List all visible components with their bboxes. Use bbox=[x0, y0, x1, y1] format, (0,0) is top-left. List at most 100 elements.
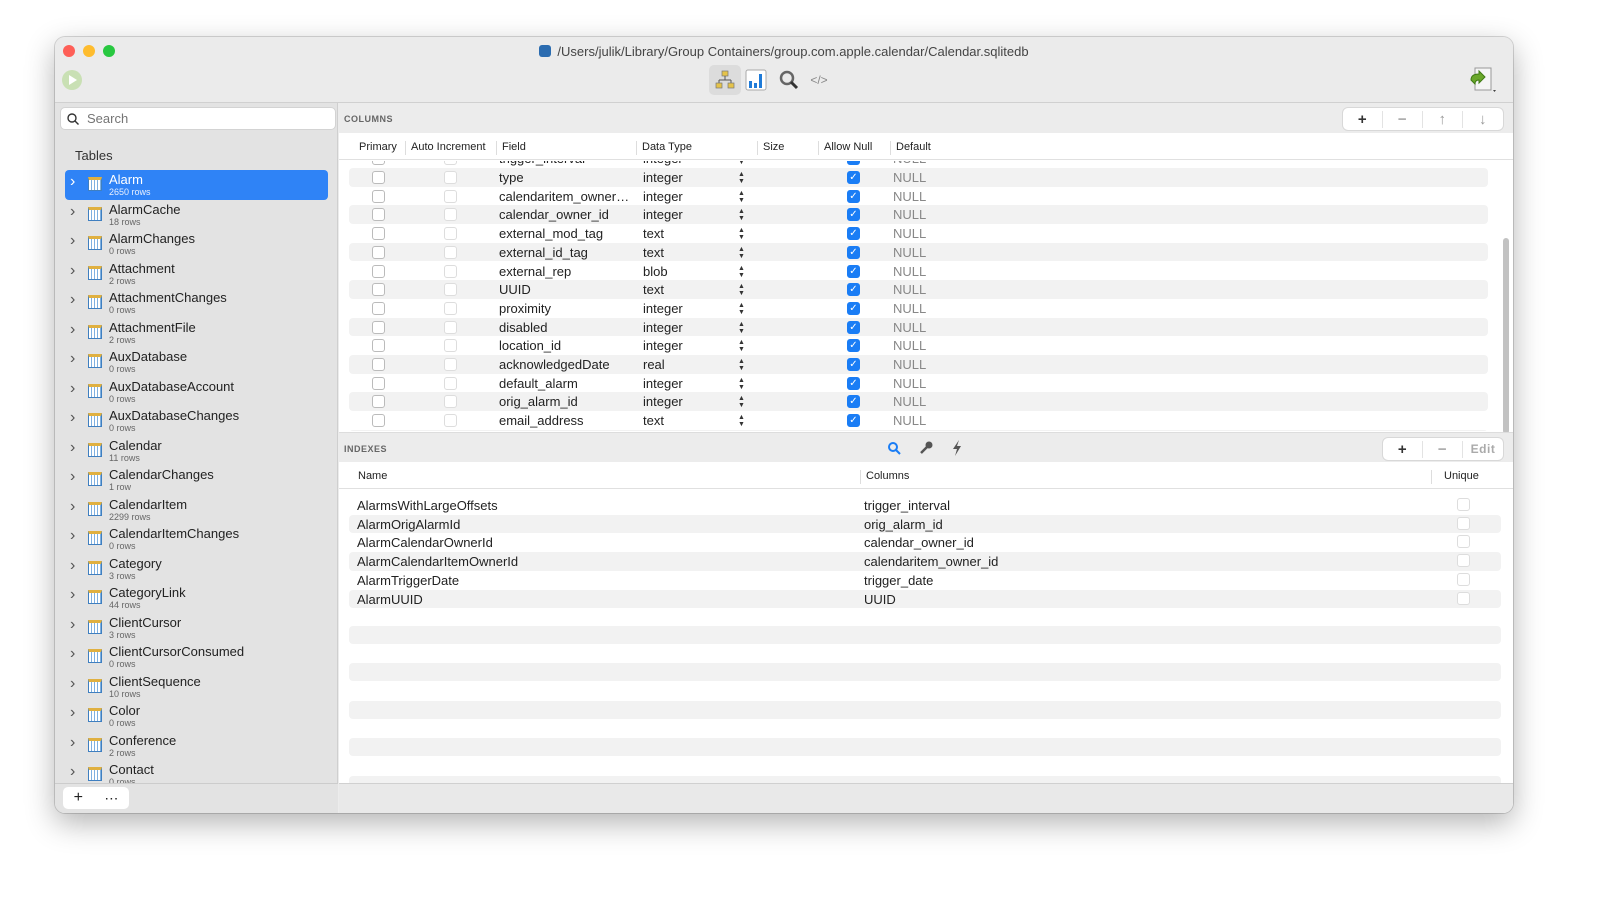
unique-checkbox[interactable] bbox=[1457, 498, 1470, 511]
data-type[interactable]: integer bbox=[643, 394, 683, 409]
column-row[interactable]: calendar_owner_id integer ▲ ▼ ✓ NULL bbox=[349, 205, 1488, 225]
default-value[interactable]: NULL bbox=[893, 320, 926, 335]
bolt-icon[interactable] bbox=[951, 440, 963, 456]
indexes-table[interactable]: AlarmsWithLargeOffsets trigger_interval Al… bbox=[339, 496, 1513, 783]
index-columns[interactable]: trigger_date bbox=[864, 573, 933, 588]
idx-header-unique[interactable]: Unique bbox=[1431, 470, 1479, 484]
chevron-updown-icon[interactable]: ▲▼ bbox=[738, 190, 745, 204]
index-columns[interactable]: trigger_interval bbox=[864, 498, 950, 513]
index-name[interactable]: AlarmOrigAlarmId bbox=[357, 517, 460, 532]
index-columns[interactable]: UUID bbox=[864, 592, 896, 607]
col-header-field[interactable]: Field bbox=[496, 141, 526, 155]
column-row[interactable]: external_rep blob ▲ ▼ ✓ NULL bbox=[349, 262, 1488, 281]
field-name[interactable]: type bbox=[499, 170, 524, 185]
sidebar-item-attachment[interactable]: › Attachment 2 rows bbox=[65, 259, 328, 289]
chevron-right-icon[interactable]: › bbox=[70, 527, 75, 545]
primary-checkbox[interactable] bbox=[372, 245, 385, 259]
data-type[interactable]: integer bbox=[643, 320, 683, 335]
col-header-default[interactable]: Default bbox=[890, 141, 931, 155]
allow-null-checkbox[interactable]: ✓ bbox=[847, 208, 860, 222]
column-row[interactable]: trigger_intervalinteger▲▼✓NULL bbox=[349, 429, 1488, 431]
field-name[interactable]: disabled bbox=[499, 320, 547, 335]
auto-increment-checkbox[interactable] bbox=[444, 189, 457, 203]
unique-checkbox[interactable] bbox=[1457, 572, 1470, 586]
column-row[interactable]: orig_alarm_id integer ▲ ▼ ✓ NULL bbox=[349, 392, 1488, 412]
default-value[interactable]: NULL bbox=[893, 170, 926, 185]
sidebar-item-alarmcache[interactable]: › AlarmCache 18 rows bbox=[65, 200, 328, 230]
chevron-right-icon[interactable]: › bbox=[70, 350, 75, 368]
allow-null-checkbox[interactable]: ✓ bbox=[847, 189, 860, 203]
primary-checkbox[interactable] bbox=[372, 208, 385, 222]
sidebar-item-conference[interactable]: › Conference 2 rows bbox=[65, 731, 328, 761]
chevron-updown-icon[interactable]: ▲▼ bbox=[738, 171, 745, 185]
allow-null-checkbox[interactable]: ✓ bbox=[847, 376, 860, 390]
chevron-right-icon[interactable]: › bbox=[70, 232, 75, 250]
auto-increment-checkbox[interactable] bbox=[444, 358, 457, 371]
data-type[interactable]: blob bbox=[643, 264, 668, 279]
chevron-updown-icon[interactable]: ▲▼ bbox=[738, 339, 745, 353]
allow-null-checkbox[interactable]: ✓ bbox=[847, 171, 860, 184]
chevron-updown-icon[interactable]: ▲▼ bbox=[738, 377, 745, 391]
field-name[interactable]: calendaritem_owner… bbox=[499, 189, 629, 204]
search-field[interactable] bbox=[60, 107, 336, 130]
auto-increment-checkbox[interactable] bbox=[444, 320, 457, 334]
data-type[interactable]: integer bbox=[643, 161, 683, 166]
sidebar-item-calendaritem[interactable]: › CalendarItem 2299 rows bbox=[65, 495, 328, 525]
field-name[interactable]: location_id bbox=[499, 338, 561, 353]
add-column-button[interactable]: + bbox=[1343, 110, 1383, 128]
index-columns[interactable]: orig_alarm_id bbox=[864, 517, 943, 532]
export-button[interactable] bbox=[1467, 65, 1497, 95]
search-icon[interactable] bbox=[887, 441, 901, 455]
idx-header-columns[interactable]: Columns bbox=[860, 470, 909, 484]
chevron-right-icon[interactable]: › bbox=[70, 763, 75, 781]
add-table-button[interactable]: + bbox=[74, 789, 83, 807]
auto-increment-checkbox[interactable] bbox=[444, 283, 457, 297]
default-value[interactable]: NULL bbox=[893, 357, 926, 372]
column-row[interactable]: proximity integer ▲ ▼ ✓ NULL bbox=[349, 299, 1488, 318]
key-icon[interactable] bbox=[919, 441, 933, 455]
sidebar-item-contact[interactable]: › Contact 0 rows bbox=[65, 760, 328, 784]
chevron-right-icon[interactable]: › bbox=[70, 291, 75, 309]
edit-index-button[interactable]: Edit bbox=[1463, 442, 1503, 456]
allow-null-checkbox[interactable]: ✓ bbox=[847, 264, 860, 278]
field-name[interactable]: orig_alarm_id bbox=[499, 394, 578, 409]
sidebar-item-auxdatabaseaccount[interactable]: › AuxDatabaseAccount 0 rows bbox=[65, 377, 328, 407]
chevron-right-icon[interactable]: › bbox=[70, 439, 75, 457]
index-row[interactable]: AlarmOrigAlarmId orig_alarm_id bbox=[349, 514, 1501, 534]
chevron-right-icon[interactable]: › bbox=[70, 203, 75, 221]
default-value[interactable]: NULL bbox=[893, 394, 926, 409]
index-name[interactable]: AlarmCalendarItemOwnerId bbox=[357, 554, 518, 569]
default-value[interactable]: NULL bbox=[893, 207, 926, 222]
sidebar-item-clientcursorconsumed[interactable]: › ClientCursorConsumed 0 rows bbox=[65, 642, 328, 672]
chevron-right-icon[interactable]: › bbox=[70, 262, 75, 280]
default-value[interactable]: NULL bbox=[893, 226, 926, 241]
table-list[interactable]: › Alarm 2650 rows › AlarmCache 18 rows › AlarmC… bbox=[65, 170, 328, 784]
chevron-right-icon[interactable]: › bbox=[70, 380, 75, 398]
column-row[interactable]: location_id integer ▲ ▼ ✓ NULL bbox=[349, 336, 1488, 355]
content-tab[interactable] bbox=[744, 65, 768, 95]
allow-null-checkbox[interactable]: ✓ bbox=[847, 245, 860, 259]
field-name[interactable]: calendar_owner_id bbox=[499, 207, 609, 222]
chevron-right-icon[interactable]: › bbox=[70, 321, 75, 339]
data-type[interactable]: integer bbox=[643, 338, 683, 353]
field-name[interactable]: proximity bbox=[499, 301, 551, 316]
col-header-allow-null[interactable]: Allow Null bbox=[818, 141, 872, 155]
sidebar-item-attachmentfile[interactable]: › AttachmentFile 2 rows bbox=[65, 318, 328, 348]
chevron-updown-icon[interactable]: ▲▼ bbox=[738, 161, 745, 166]
index-name[interactable]: AlarmTriggerDate bbox=[357, 573, 459, 588]
auto-increment-checkbox[interactable] bbox=[444, 395, 457, 409]
column-row[interactable]: email_address text ▲ ▼ ✓ NULL bbox=[349, 411, 1488, 430]
default-value[interactable]: NULL bbox=[893, 264, 926, 279]
chevron-right-icon[interactable]: › bbox=[70, 498, 75, 516]
data-type[interactable]: text bbox=[643, 226, 664, 241]
primary-checkbox[interactable] bbox=[372, 161, 385, 165]
col-header-data-type[interactable]: Data Type bbox=[636, 141, 692, 155]
column-row[interactable]: external_mod_tag text ▲ ▼ ✓ NULL bbox=[349, 224, 1488, 243]
chevron-updown-icon[interactable]: ▲▼ bbox=[738, 265, 745, 279]
index-row[interactable]: AlarmCalendarOwnerId calendar_owner_id bbox=[349, 533, 1501, 552]
structure-tab[interactable] bbox=[709, 65, 741, 95]
data-type[interactable]: integer bbox=[643, 376, 683, 391]
auto-increment-checkbox[interactable] bbox=[444, 414, 457, 428]
sidebar-item-attachmentchanges[interactable]: › AttachmentChanges 0 rows bbox=[65, 288, 328, 318]
default-value[interactable]: NULL bbox=[893, 161, 926, 166]
